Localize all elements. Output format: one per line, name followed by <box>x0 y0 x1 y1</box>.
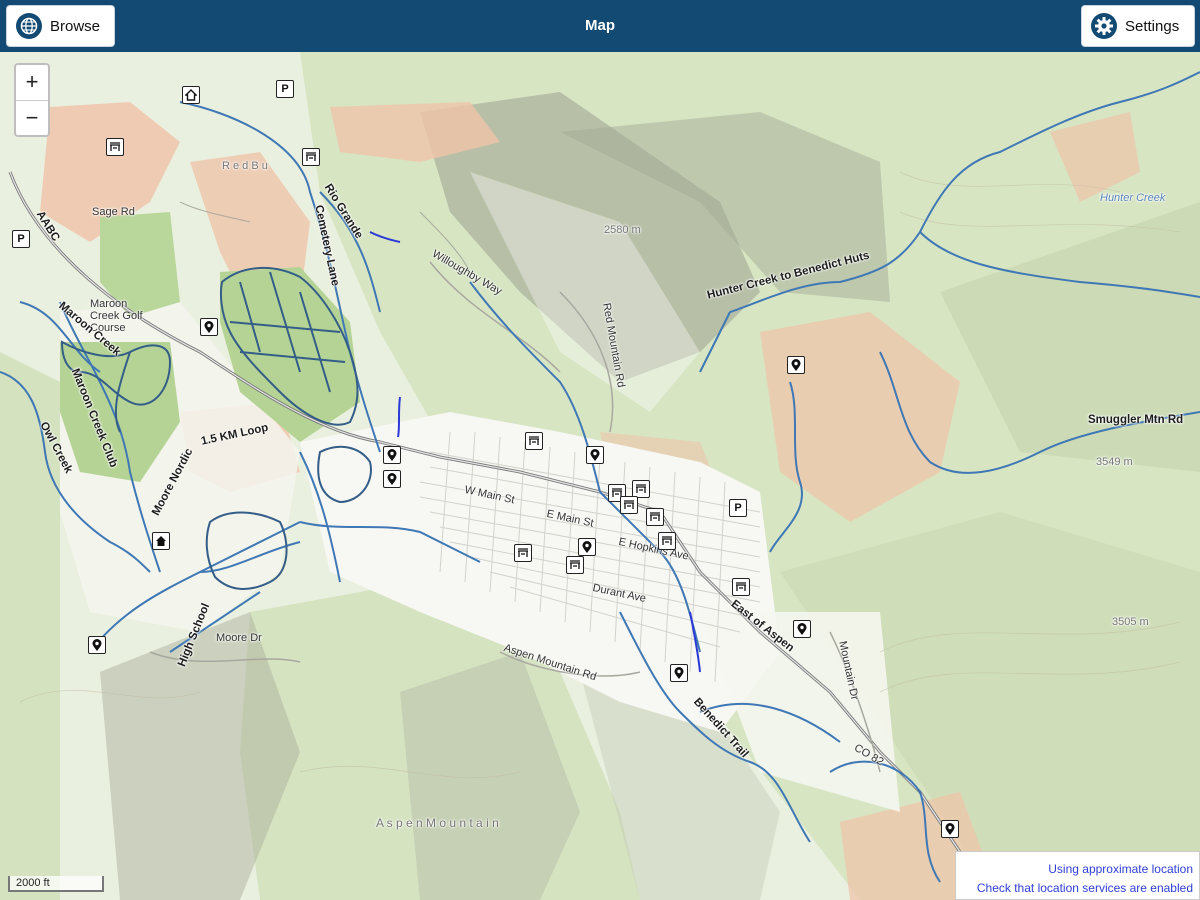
zoom-out-button[interactable]: − <box>16 101 48 136</box>
picnic-shelter-icon[interactable] <box>302 148 320 166</box>
map-label-elev-2580: 2580 m <box>604 224 641 236</box>
location-notice-line2: Check that location services are enabled <box>976 881 1193 895</box>
map-marker-icon[interactable] <box>383 446 401 464</box>
map-label-red-butte: R e d B u <box>222 160 268 172</box>
zoom-control: + − <box>14 63 50 137</box>
gear-icon <box>1091 13 1117 39</box>
settings-button[interactable]: Settings <box>1081 5 1195 47</box>
map-marker-icon[interactable] <box>578 538 596 556</box>
picnic-shelter-icon[interactable] <box>732 578 750 596</box>
map-marker-icon[interactable] <box>586 446 604 464</box>
parking-icon[interactable]: P <box>729 499 747 517</box>
picnic-shelter-icon[interactable] <box>646 508 664 526</box>
map-marker-icon[interactable] <box>670 664 688 682</box>
picnic-shelter-icon[interactable] <box>658 532 676 550</box>
home-icon[interactable] <box>182 86 200 104</box>
map-label-smuggler: Smuggler Mtn Rd <box>1088 414 1184 426</box>
map-label-elev-3505: 3505 m <box>1112 616 1149 628</box>
picnic-shelter-icon[interactable] <box>566 556 584 574</box>
location-notice: Using approximate location Check that lo… <box>955 851 1200 900</box>
globe-icon <box>16 13 42 39</box>
zoom-in-button[interactable]: + <box>16 65 48 101</box>
map-label-aspen-mountain: A s p e n M o u n t a i n <box>376 816 499 830</box>
scale-bar: 2000 ft <box>8 876 104 892</box>
page-title: Map <box>585 17 615 34</box>
picnic-shelter-icon[interactable] <box>620 496 638 514</box>
picnic-shelter-icon[interactable] <box>525 432 543 450</box>
top-navigation-bar: Map Browse Settings <box>0 0 1200 52</box>
map-canvas[interactable]: Rio Grande Cemetery Lane R e d B u Sage … <box>0 52 1200 900</box>
parking-icon[interactable]: P <box>12 230 30 248</box>
map-marker-icon[interactable] <box>787 356 805 374</box>
map-label-elev-3549: 3549 m <box>1096 456 1133 468</box>
map-marker-icon[interactable] <box>793 620 811 638</box>
picnic-shelter-icon[interactable] <box>106 138 124 156</box>
parking-icon[interactable]: P <box>276 80 294 98</box>
browse-button[interactable]: Browse <box>6 5 115 47</box>
map-label-moore-dr: Moore Dr <box>216 632 262 644</box>
location-notice-line1: Using approximate location <box>1048 862 1193 876</box>
home-icon[interactable] <box>152 532 170 550</box>
map-marker-icon[interactable] <box>383 470 401 488</box>
map-label-sage-rd: Sage Rd <box>92 206 135 218</box>
settings-label: Settings <box>1125 17 1180 35</box>
picnic-shelter-icon[interactable] <box>514 544 532 562</box>
map-marker-icon[interactable] <box>200 318 218 336</box>
map-marker-icon[interactable] <box>88 636 106 654</box>
map-label-hunter-creek: Hunter Creek <box>1100 192 1166 204</box>
browse-label: Browse <box>50 17 101 35</box>
map-marker-icon[interactable] <box>941 820 959 838</box>
